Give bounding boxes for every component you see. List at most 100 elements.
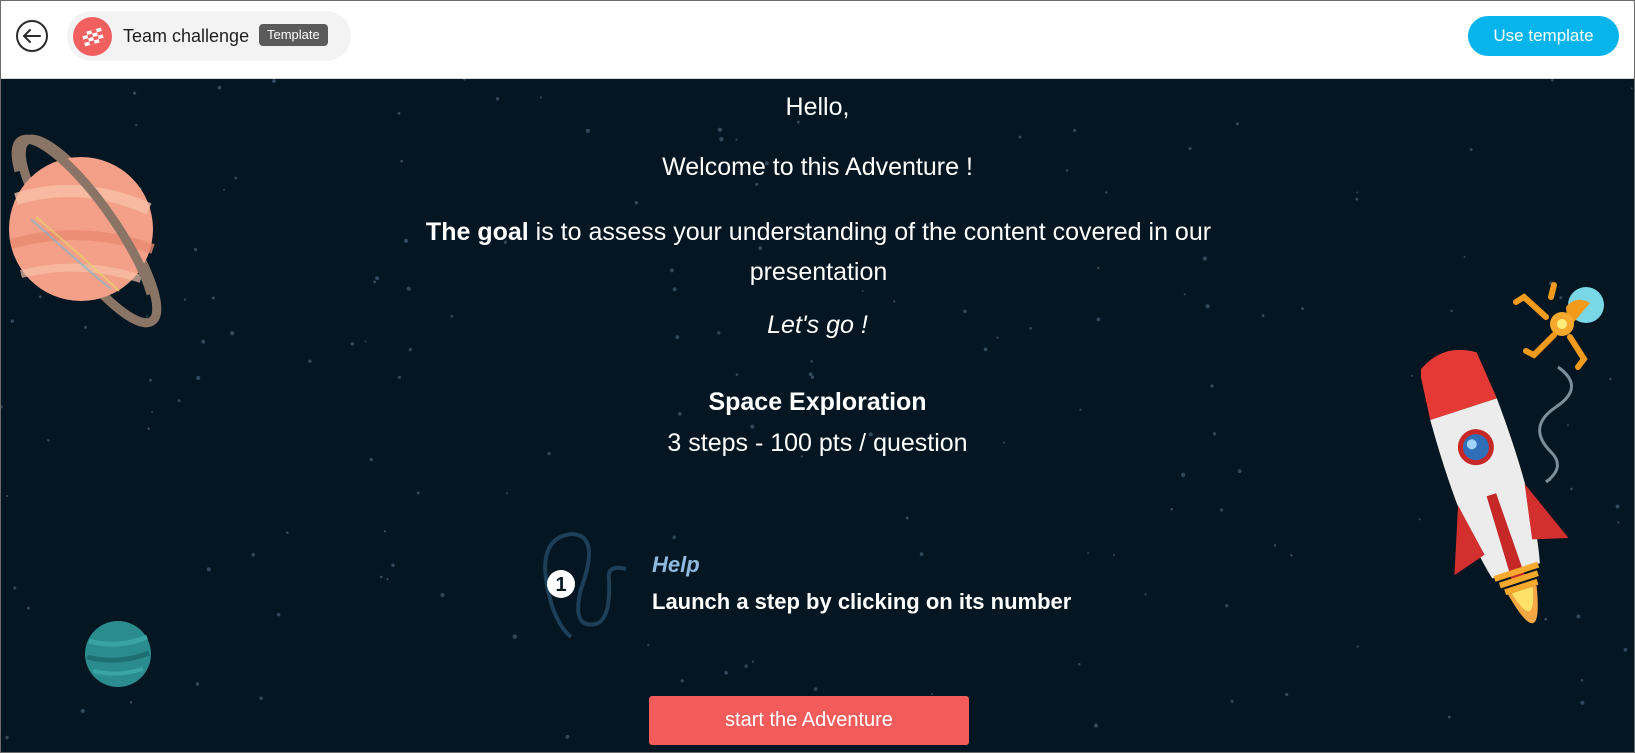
- star: [1285, 692, 1289, 697]
- star: [80, 708, 85, 714]
- star: [919, 552, 924, 556]
- star: [1615, 504, 1620, 509]
- star: [217, 85, 222, 90]
- star: [440, 592, 445, 598]
- star: [383, 530, 387, 533]
- adventure-scene: Hello, Welcome to this Adventure ! The g…: [1, 79, 1634, 752]
- star: [286, 531, 289, 534]
- star: [397, 375, 402, 379]
- star: [1356, 191, 1359, 194]
- star: [195, 682, 200, 686]
- star: [634, 201, 638, 205]
- star: [5, 494, 9, 498]
- star: [1078, 662, 1081, 666]
- goal-bold-text: The goal: [425, 218, 529, 246]
- star: [1188, 146, 1192, 151]
- greeting-text: Hello,: [785, 93, 850, 121]
- step-number-marker: 1: [547, 570, 575, 598]
- star: [277, 613, 281, 617]
- star: [1290, 553, 1293, 557]
- back-arrow-icon: [23, 29, 41, 43]
- star: [1576, 614, 1581, 619]
- star: [1170, 507, 1174, 511]
- star: [129, 701, 133, 704]
- star: [379, 575, 383, 579]
- teal-planet-illustration: [85, 621, 151, 687]
- star: [565, 734, 570, 739]
- star: [196, 375, 201, 381]
- star: [391, 563, 395, 567]
- star: [505, 492, 508, 495]
- star: [810, 360, 813, 363]
- star: [1144, 593, 1147, 596]
- help-text: Launch a step by clicking on its number: [652, 589, 1072, 614]
- star: [1355, 197, 1359, 201]
- star: [1230, 699, 1234, 703]
- start-adventure-button[interactable]: start the Adventure: [649, 696, 969, 745]
- star: [983, 347, 988, 352]
- star: [1580, 700, 1585, 705]
- star: [647, 643, 650, 647]
- goal-rest-text: is to assess your understanding of the c…: [528, 218, 1212, 286]
- star: [751, 660, 755, 663]
- star: [1237, 469, 1242, 474]
- star: [259, 696, 263, 701]
- star: [755, 182, 759, 186]
- star: [1018, 135, 1022, 139]
- star: [13, 586, 17, 590]
- step-number-text: 1: [555, 574, 566, 596]
- star: [271, 79, 277, 84]
- star: [1181, 472, 1186, 478]
- app-title-pill: Team challenge Template: [67, 11, 351, 61]
- app-title: Team challenge: [123, 26, 250, 46]
- star: [735, 138, 738, 141]
- star: [1410, 374, 1413, 377]
- star: [206, 567, 211, 572]
- star: [308, 359, 312, 363]
- star: [1225, 604, 1229, 608]
- star: [1463, 255, 1466, 259]
- star: [1617, 521, 1620, 524]
- lets-go-text: Let's go !: [767, 311, 868, 339]
- star: [350, 342, 355, 346]
- star: [1205, 304, 1210, 309]
- help-label: Help: [652, 552, 700, 577]
- star: [585, 128, 590, 133]
- star: [193, 248, 198, 252]
- star: [930, 692, 934, 695]
- star: [724, 671, 728, 675]
- star: [369, 457, 373, 462]
- star: [905, 516, 909, 520]
- star: [735, 373, 739, 377]
- goal-text: The goal is to assess your understanding…: [361, 212, 1276, 292]
- star: [1093, 723, 1099, 728]
- back-button[interactable]: [16, 20, 48, 52]
- star: [1235, 122, 1239, 126]
- star: [1219, 508, 1224, 512]
- star: [364, 340, 367, 343]
- star: [893, 300, 896, 303]
- star: [1301, 307, 1304, 311]
- star: [462, 79, 467, 81]
- star: [719, 137, 724, 142]
- star: [386, 577, 389, 581]
- star: [1630, 87, 1633, 90]
- star: [26, 606, 30, 610]
- star: [1447, 715, 1451, 719]
- top-bar: Team challenge Template Use template: [1, 1, 1634, 79]
- star: [680, 679, 684, 683]
- star: [5, 735, 9, 740]
- star: [211, 296, 215, 300]
- use-template-button[interactable]: Use template: [1468, 16, 1619, 56]
- template-badge: Template: [259, 24, 328, 46]
- star: [1356, 645, 1359, 648]
- star: [717, 127, 723, 132]
- star: [408, 347, 412, 352]
- star: [1469, 148, 1473, 152]
- star: [1580, 679, 1584, 682]
- star: [1112, 553, 1116, 557]
- checkered-flag-icon: [73, 17, 112, 56]
- star: [1550, 79, 1554, 82]
- star: [810, 375, 815, 379]
- star: [1273, 544, 1277, 547]
